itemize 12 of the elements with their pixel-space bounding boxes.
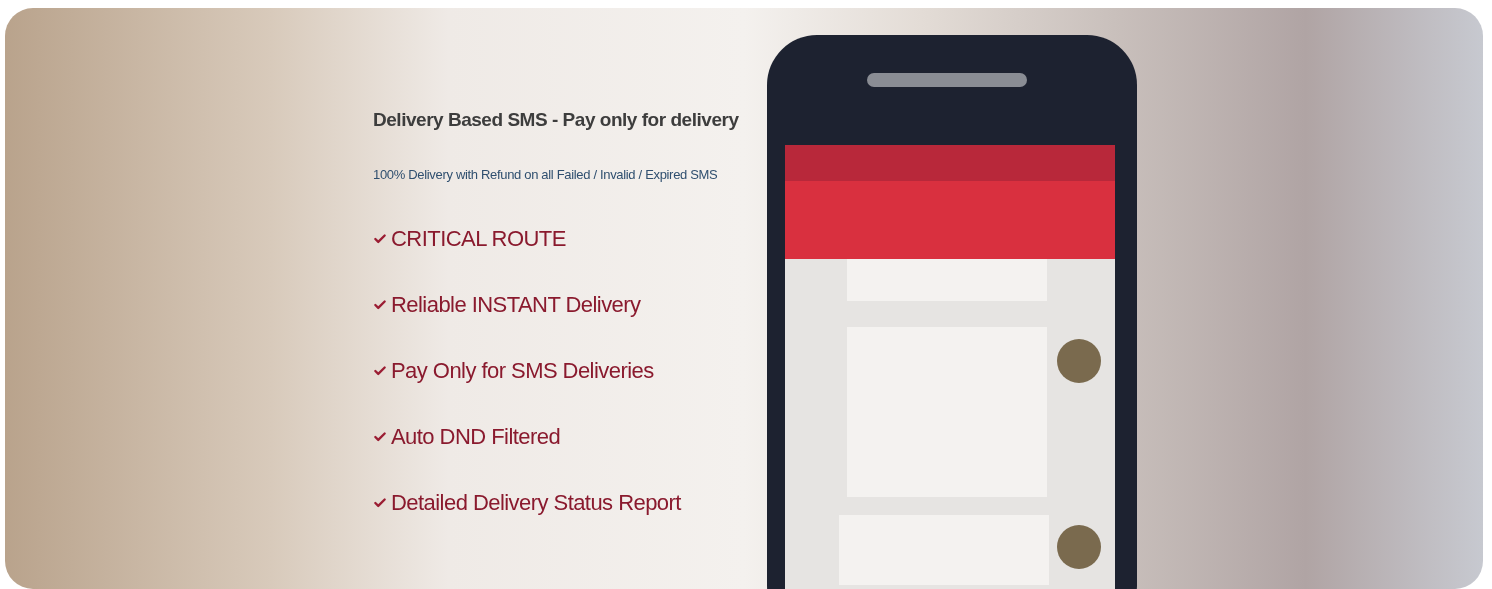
banner-title: Delivery Based SMS - Pay only for delivery [373, 108, 740, 132]
feature-text: Detailed Delivery Status Report [391, 489, 681, 517]
feature-text: Pay Only for SMS Deliveries [391, 357, 654, 385]
check-icon [373, 363, 387, 378]
feature-text: CRITICAL ROUTE [391, 225, 566, 253]
check-icon [373, 231, 387, 246]
check-icon [373, 297, 387, 312]
feature-text: Auto DND Filtered [391, 423, 561, 451]
feature-text: Reliable INSTANT Delivery [391, 291, 641, 319]
banner-subtitle: 100% Delivery with Refund on all Failed / Invalid / Expired SMS [373, 165, 719, 184]
check-icon [373, 429, 387, 444]
check-icon [373, 495, 387, 510]
